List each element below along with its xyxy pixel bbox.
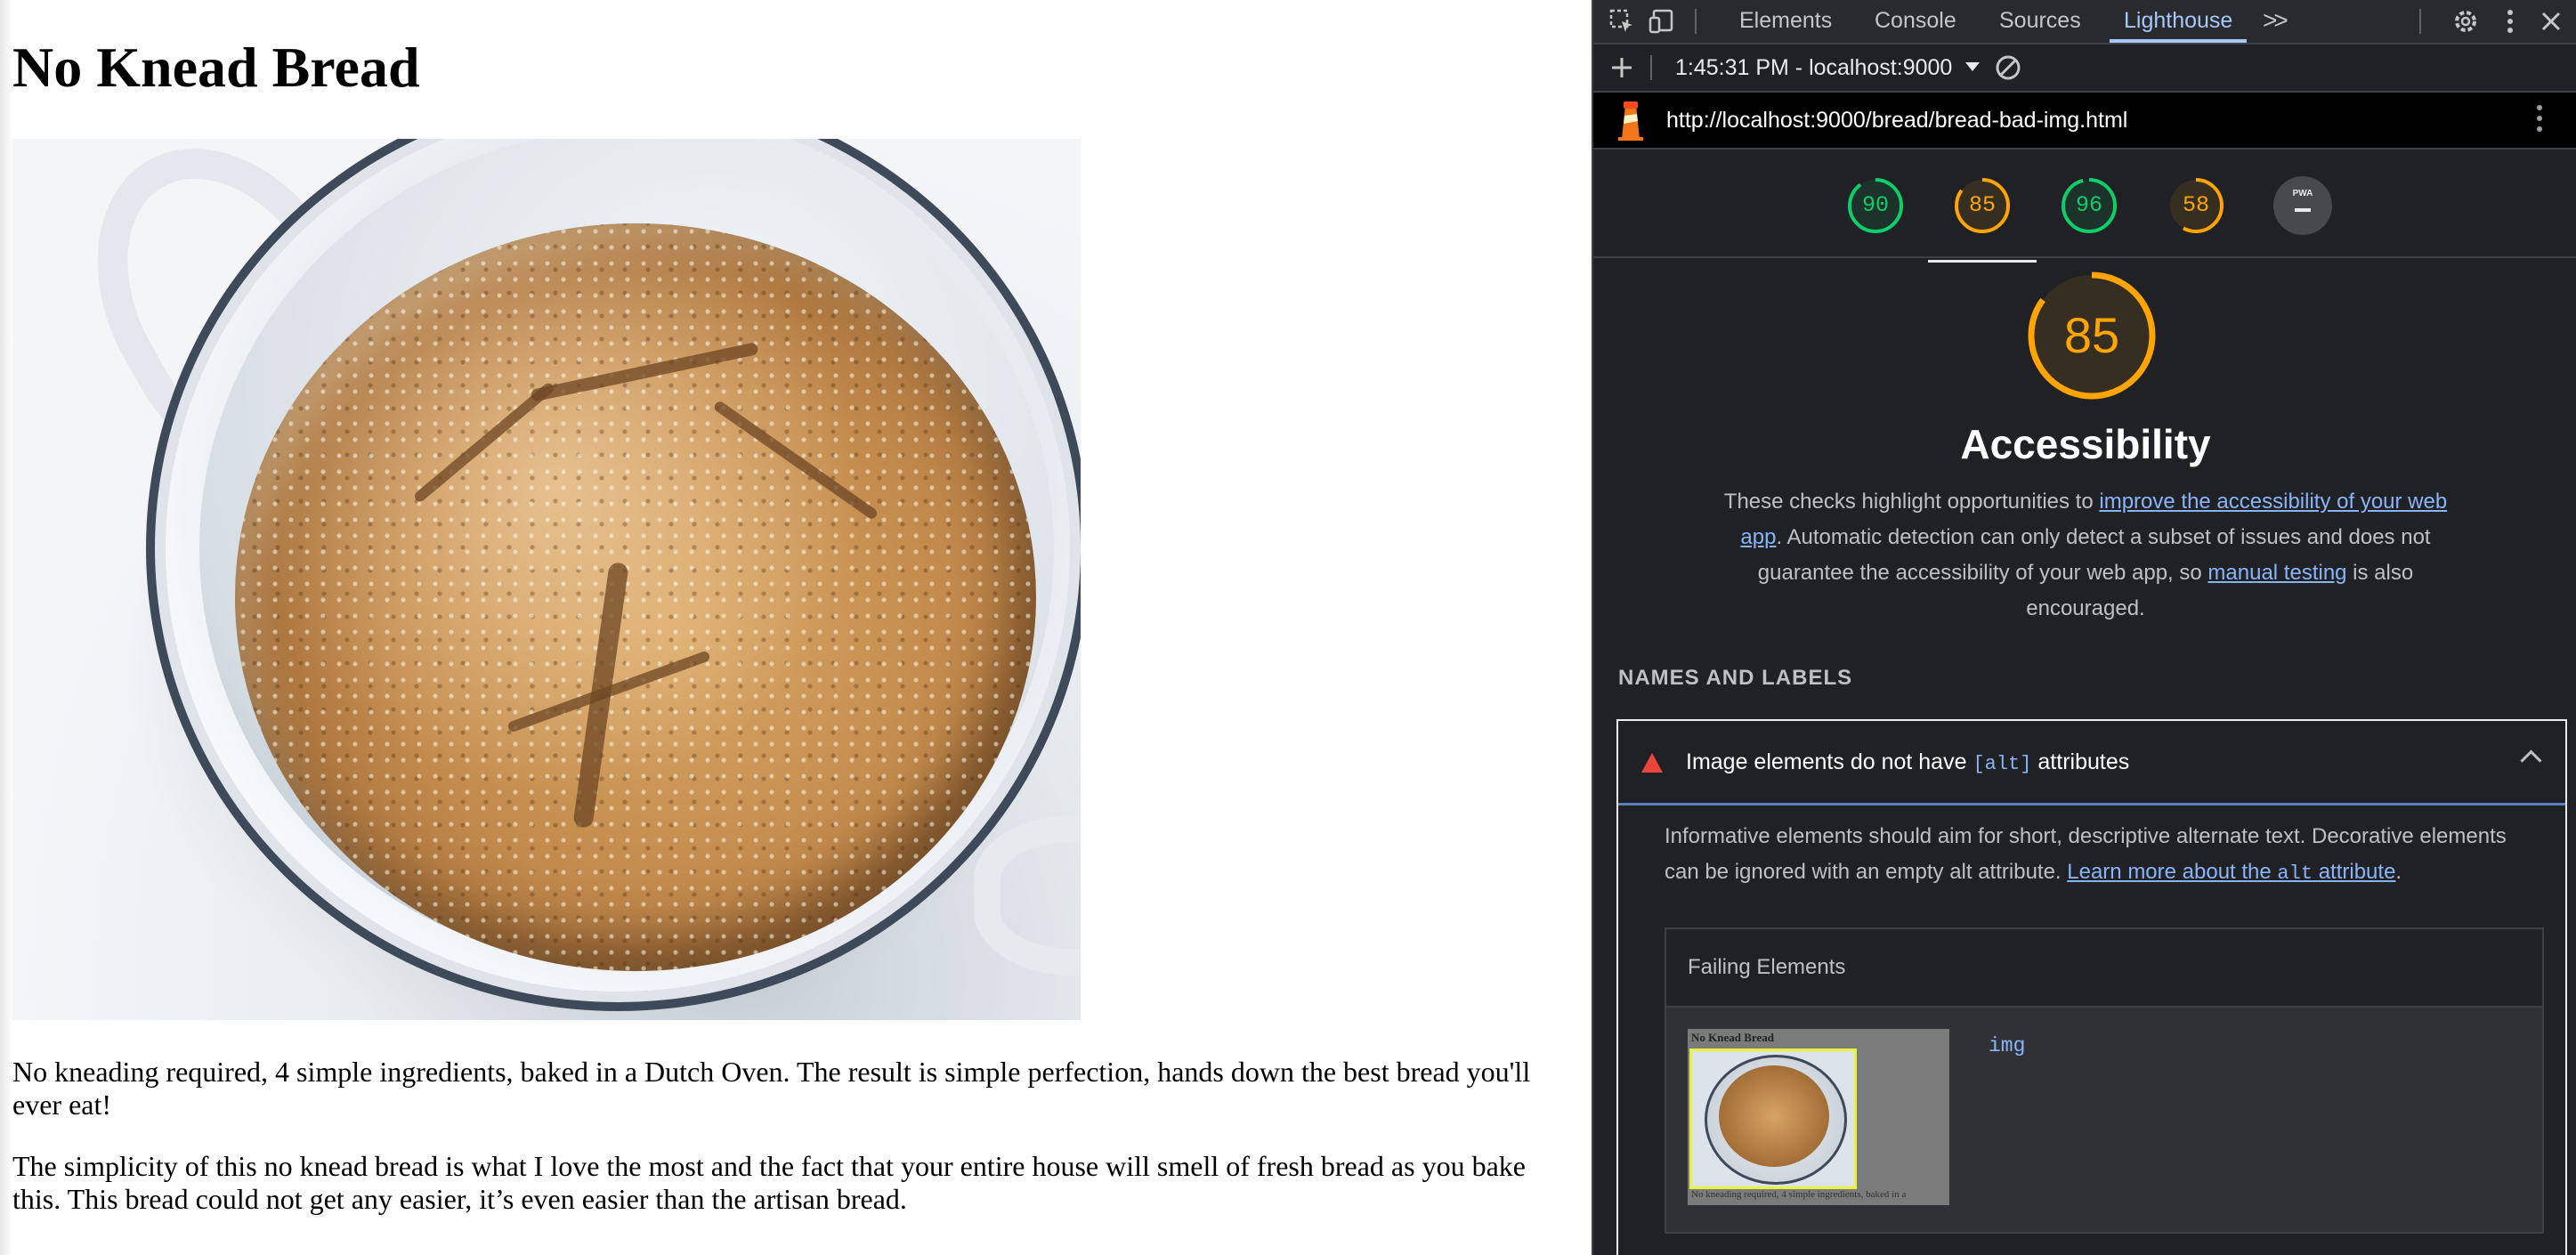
clear-block-icon[interactable] [1992,52,2024,84]
device-toolbar-icon[interactable] [1647,5,1679,37]
score-value: 90 [1861,192,1889,218]
kebab-menu-icon[interactable] [2494,5,2526,37]
chevron-down-icon[interactable] [1965,62,1980,71]
learn-more-alt-link[interactable]: Learn more about the alt attribute [2067,860,2395,885]
fail-triangle-icon [1641,753,1663,773]
tab-elements[interactable]: Elements [1739,0,1832,43]
page-heading: No Knead Bread [12,36,420,99]
accessibility-gauge[interactable]: 85 [1928,176,2037,263]
inspect-element-icon[interactable] [1606,5,1638,37]
web-page: No Knead Bread No kneading required, 4 s… [0,0,1592,1255]
failing-elements-header: Failing Elements [1666,929,2542,1008]
category-description: These checks highlight opportunities to … [1723,490,2448,620]
report-url-bar: http://localhost:9000/bread/bread-bad-im… [1593,93,2576,150]
score-gauges: 90 85 96 58 PWA [1593,150,2576,263]
category-title: Accessibility [1960,421,2211,467]
close-icon[interactable] [2535,5,2567,37]
lighthouse-toolbar: 1:45:31 PM - localhost:9000 [1593,45,2576,93]
score-value: 85 [1968,192,1996,218]
tab-sources[interactable]: Sources [1999,0,2081,43]
accessibility-score-gauge: 85 [2025,269,2159,402]
bread-loaf [235,223,1036,971]
failing-elements-table: Failing Elements No Knead Bread No knead… [1665,927,2544,1234]
seo-gauge[interactable]: 58 [2167,176,2225,235]
accessibility-score: 85 [2063,307,2120,363]
devtools-tab-bar: Elements Console Sources Lighthouse >> [1593,0,2576,45]
audit-description: Informative elements should aim for shor… [1665,824,2507,885]
group-title: NAMES AND LABELS [1618,666,1853,690]
new-report-plus-icon[interactable] [1606,52,1638,84]
intro-paragraph: No kneading required, 4 simple ingredien… [12,1056,1531,1121]
table-row: No Knead Bread No kneading required, 4 s… [1666,1008,2542,1232]
report-url[interactable]: http://localhost:9000/bread/bread-bad-im… [1666,93,2127,148]
pwa-gauge-icon[interactable]: PWA [2273,176,2332,235]
manual-testing-link[interactable]: manual testing [2207,561,2346,585]
tab-lighthouse[interactable]: Lighthouse [2109,0,2248,43]
performance-gauge[interactable]: 90 [1846,176,1905,235]
body-paragraph: The simplicity of this no knead bread is… [12,1150,1526,1215]
score-value: 58 [2182,192,2209,218]
element-screenshot-thumbnail[interactable]: No Knead Bread No kneading required, 4 s… [1688,1029,1949,1205]
lighthouse-logo-icon [1615,100,1647,142]
audit-title: Image elements do not have [alt] attribu… [1686,749,2130,775]
tab-console[interactable]: Console [1875,0,1956,43]
report-menu-icon[interactable] [2535,105,2544,135]
best-practices-gauge[interactable]: 96 [2060,176,2118,235]
devtools-panel: Elements Console Sources Lighthouse >> 1… [1592,0,2576,1255]
score-value: 96 [2075,192,2102,218]
report-selector[interactable]: 1:45:31 PM - localhost:9000 [1675,45,1952,91]
settings-gear-icon[interactable] [2450,5,2482,37]
node-label[interactable]: img [1989,1034,2025,1057]
audit-header[interactable]: Image elements do not have [alt] attribu… [1618,721,2565,806]
audit-image-alt: Image elements do not have [alt] attribu… [1616,719,2567,1255]
pwa-label: PWA [2292,189,2313,198]
more-tabs-icon[interactable]: >> [2263,0,2288,43]
chevron-up-icon[interactable] [2520,749,2542,772]
bread-image [12,139,1081,1020]
